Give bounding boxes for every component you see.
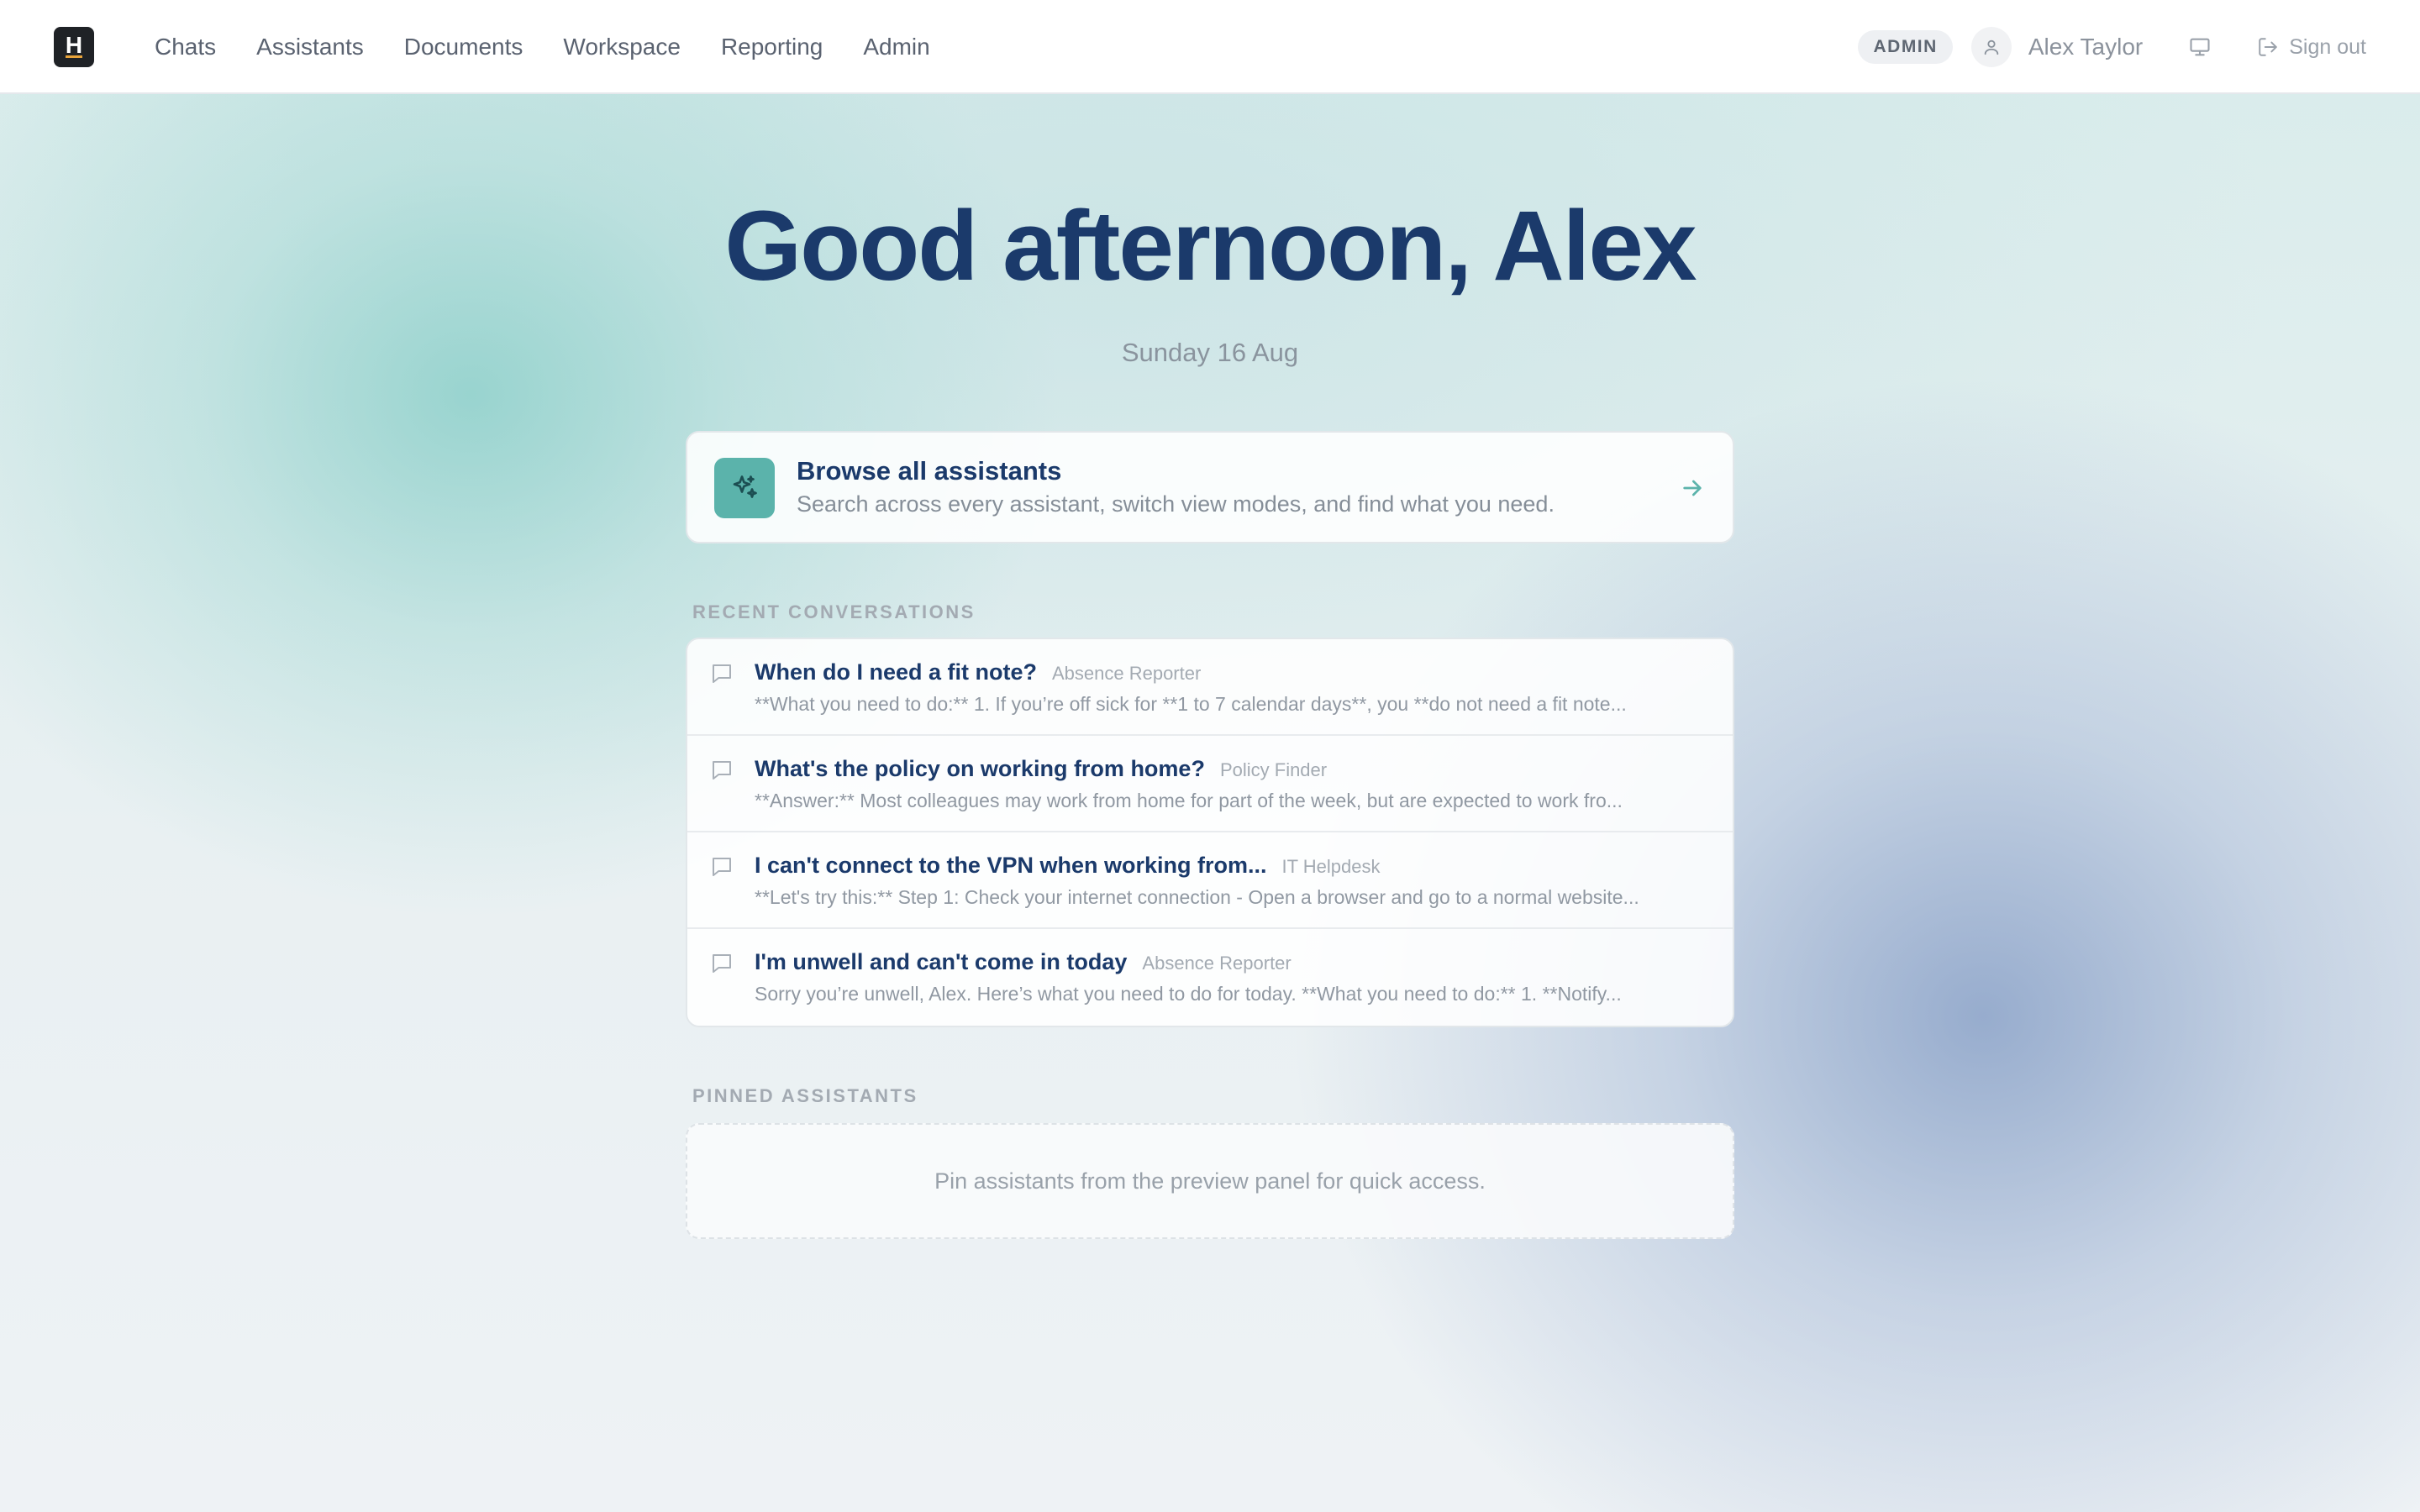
avatar[interactable] (1970, 27, 2012, 67)
conversation-assistant: Policy Finder (1219, 759, 1328, 780)
current-date: Sunday 16 Aug (1121, 338, 1299, 367)
conversation-assistant: IT Helpdesk (1281, 856, 1381, 877)
conversation-preview: **Answer:** Most colleagues may work fro… (755, 790, 1623, 811)
chat-bubble-icon (713, 664, 731, 683)
conversation-title: When do I need a fit note? (755, 659, 1037, 685)
nav-reporting[interactable]: Reporting (721, 34, 823, 60)
app-logo[interactable]: H (54, 27, 94, 67)
sign-out-button[interactable]: Sign out (2257, 35, 2366, 60)
conversation-preview: Sorry you’re unwell, Alex. Here’s what y… (755, 983, 1622, 1005)
nav-chats[interactable]: Chats (155, 34, 216, 60)
conversation-assistant: Absence Reporter (1051, 663, 1202, 684)
logo-underline (66, 55, 82, 58)
browse-assistants-card[interactable]: Browse all assistants Search across ever… (686, 431, 1734, 543)
nav-assistants[interactable]: Assistants (256, 34, 364, 60)
chat-bubble-icon (713, 954, 731, 973)
sparkles-icon (714, 458, 775, 518)
sign-out-label: Sign out (2289, 34, 2366, 59)
chat-bubble-icon (713, 858, 731, 876)
monitor-icon (2190, 38, 2210, 56)
user-name[interactable]: Alex Taylor (2028, 34, 2143, 60)
conversation-item[interactable]: When do I need a fit note? Absence Repor… (687, 639, 1733, 736)
page-greeting: Good afternoon, Alex (724, 191, 1697, 302)
nav-admin[interactable]: Admin (863, 34, 929, 60)
display-mode-button[interactable] (2183, 30, 2217, 64)
conversation-item[interactable]: I can't connect to the VPN when working … (687, 832, 1733, 929)
conversation-preview: **What you need to do:** 1. If you’re of… (755, 693, 1627, 715)
main-nav: Chats Assistants Documents Workspace Rep… (155, 0, 930, 94)
top-nav: H Chats Assistants Documents Workspace R… (0, 0, 2420, 94)
nav-workspace[interactable]: Workspace (563, 34, 681, 60)
pinned-assistants-empty-state: Pin assistants from the preview panel fo… (686, 1123, 1734, 1239)
pinned-empty-text: Pin assistants from the preview panel fo… (934, 1168, 1486, 1194)
log-out-icon (2259, 38, 2277, 56)
user-area: ADMIN Alex Taylor Sign out (1858, 0, 2366, 94)
role-badge: ADMIN (1858, 30, 1953, 64)
nav-documents[interactable]: Documents (404, 34, 523, 60)
recent-conversations-list: When do I need a fit note? Absence Repor… (686, 638, 1734, 1027)
browse-title: Browse all assistants (797, 456, 1062, 486)
chat-bubble-icon (713, 761, 731, 780)
recent-conversations-heading: RECENT CONVERSATIONS (692, 601, 976, 622)
conversation-title: I can't connect to the VPN when working … (755, 853, 1267, 878)
conversation-title: What's the policy on working from home? (755, 756, 1205, 781)
pinned-assistants-heading: PINNED ASSISTANTS (692, 1085, 918, 1106)
conversation-title: I'm unwell and can't come in today (755, 949, 1128, 974)
browse-subtitle: Search across every assistant, switch vi… (797, 491, 1555, 517)
conversation-item[interactable]: I'm unwell and can't come in today Absen… (687, 929, 1733, 1026)
user-icon (1984, 39, 1999, 55)
conversation-assistant: Absence Reporter (1142, 953, 1292, 974)
conversation-preview: **Let's try this:** Step 1: Check your i… (755, 886, 1639, 908)
conversation-item[interactable]: What's the policy on working from home? … (687, 736, 1733, 832)
arrow-right-icon (1683, 480, 1702, 496)
